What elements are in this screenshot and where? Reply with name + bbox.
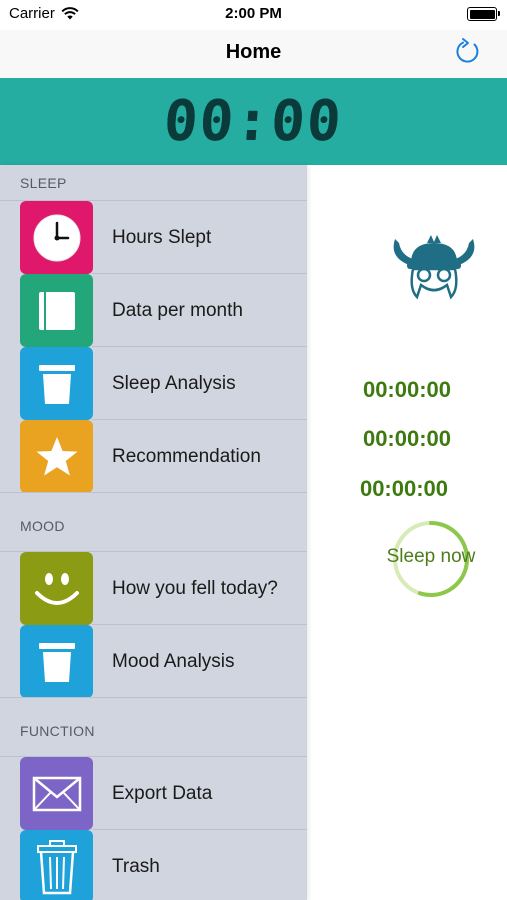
star-icon (36, 436, 77, 475)
right-panel: 00:00:00 00:00:00 00:00:00 Sleep now (307, 165, 507, 900)
clock-time: 2:00 PM (225, 5, 282, 22)
timer-display: 00:00 (161, 89, 346, 154)
recommendation-tile (20, 420, 93, 493)
notebook-icon (38, 291, 75, 330)
menu-item-export-data[interactable]: Export Data (0, 757, 307, 830)
trash-can-icon (38, 642, 75, 682)
hours-slept-tile (20, 201, 93, 274)
trash-can-icon (38, 364, 75, 404)
menu-item-hours-slept[interactable]: Hours Slept (0, 201, 307, 274)
menu-item-label: Recommendation (112, 445, 261, 467)
section-header-mood: MOOD (0, 516, 307, 552)
mood-today-tile (20, 552, 93, 625)
smiley-icon (34, 572, 79, 605)
menu-item-sleep-analysis[interactable]: Sleep Analysis (0, 347, 307, 420)
sleep-counter-1: 00:00:00 (362, 377, 452, 402)
menu-item-recommendation[interactable]: Recommendation (0, 420, 307, 493)
menu-item-label: Trash (112, 855, 160, 877)
menu-item-label: How you fell today? (112, 577, 278, 599)
menu-item-data-per-month[interactable]: Data per month (0, 274, 307, 347)
trash-bin-icon (36, 839, 77, 894)
menu-item-label: Mood Analysis (112, 650, 235, 672)
mood-analysis-tile (20, 625, 93, 698)
sleep-counter-2: 00:00:00 (362, 426, 452, 451)
refresh-icon[interactable] (453, 37, 483, 67)
menu-item-how-you-fell-today[interactable]: How you fell today? (0, 552, 307, 625)
menu-item-label: Hours Slept (112, 226, 212, 248)
menu-item-label: Sleep Analysis (112, 372, 236, 394)
export-data-tile (20, 757, 93, 830)
data-per-month-tile (20, 274, 93, 347)
menu-item-label: Export Data (112, 782, 213, 804)
menu-item-label: Data per month (112, 299, 243, 321)
trash-tile (20, 830, 93, 900)
envelope-icon (32, 776, 81, 811)
battery-icon (467, 7, 500, 21)
side-menu: SLEEP Hours Slept Data per month Sleep A… (0, 165, 307, 900)
status-bar: Carrier 2:00 PM (0, 0, 507, 30)
sleep-counter-3: 00:00:00 (359, 476, 449, 501)
section-header-function: FUNCTION (0, 721, 307, 757)
page-title: Home (225, 41, 282, 63)
navigation-bar: Home (0, 30, 507, 78)
sleep-now-button[interactable]: Sleep now (367, 546, 495, 568)
section-header-sleep: SLEEP (0, 165, 307, 201)
timer-banner: 00:00 (0, 78, 507, 165)
menu-item-mood-analysis[interactable]: Mood Analysis (0, 625, 307, 698)
clock-icon (33, 214, 80, 261)
viking-mascot-icon (393, 235, 475, 300)
sleep-analysis-tile (20, 347, 93, 420)
menu-item-trash[interactable]: Trash (0, 830, 307, 900)
